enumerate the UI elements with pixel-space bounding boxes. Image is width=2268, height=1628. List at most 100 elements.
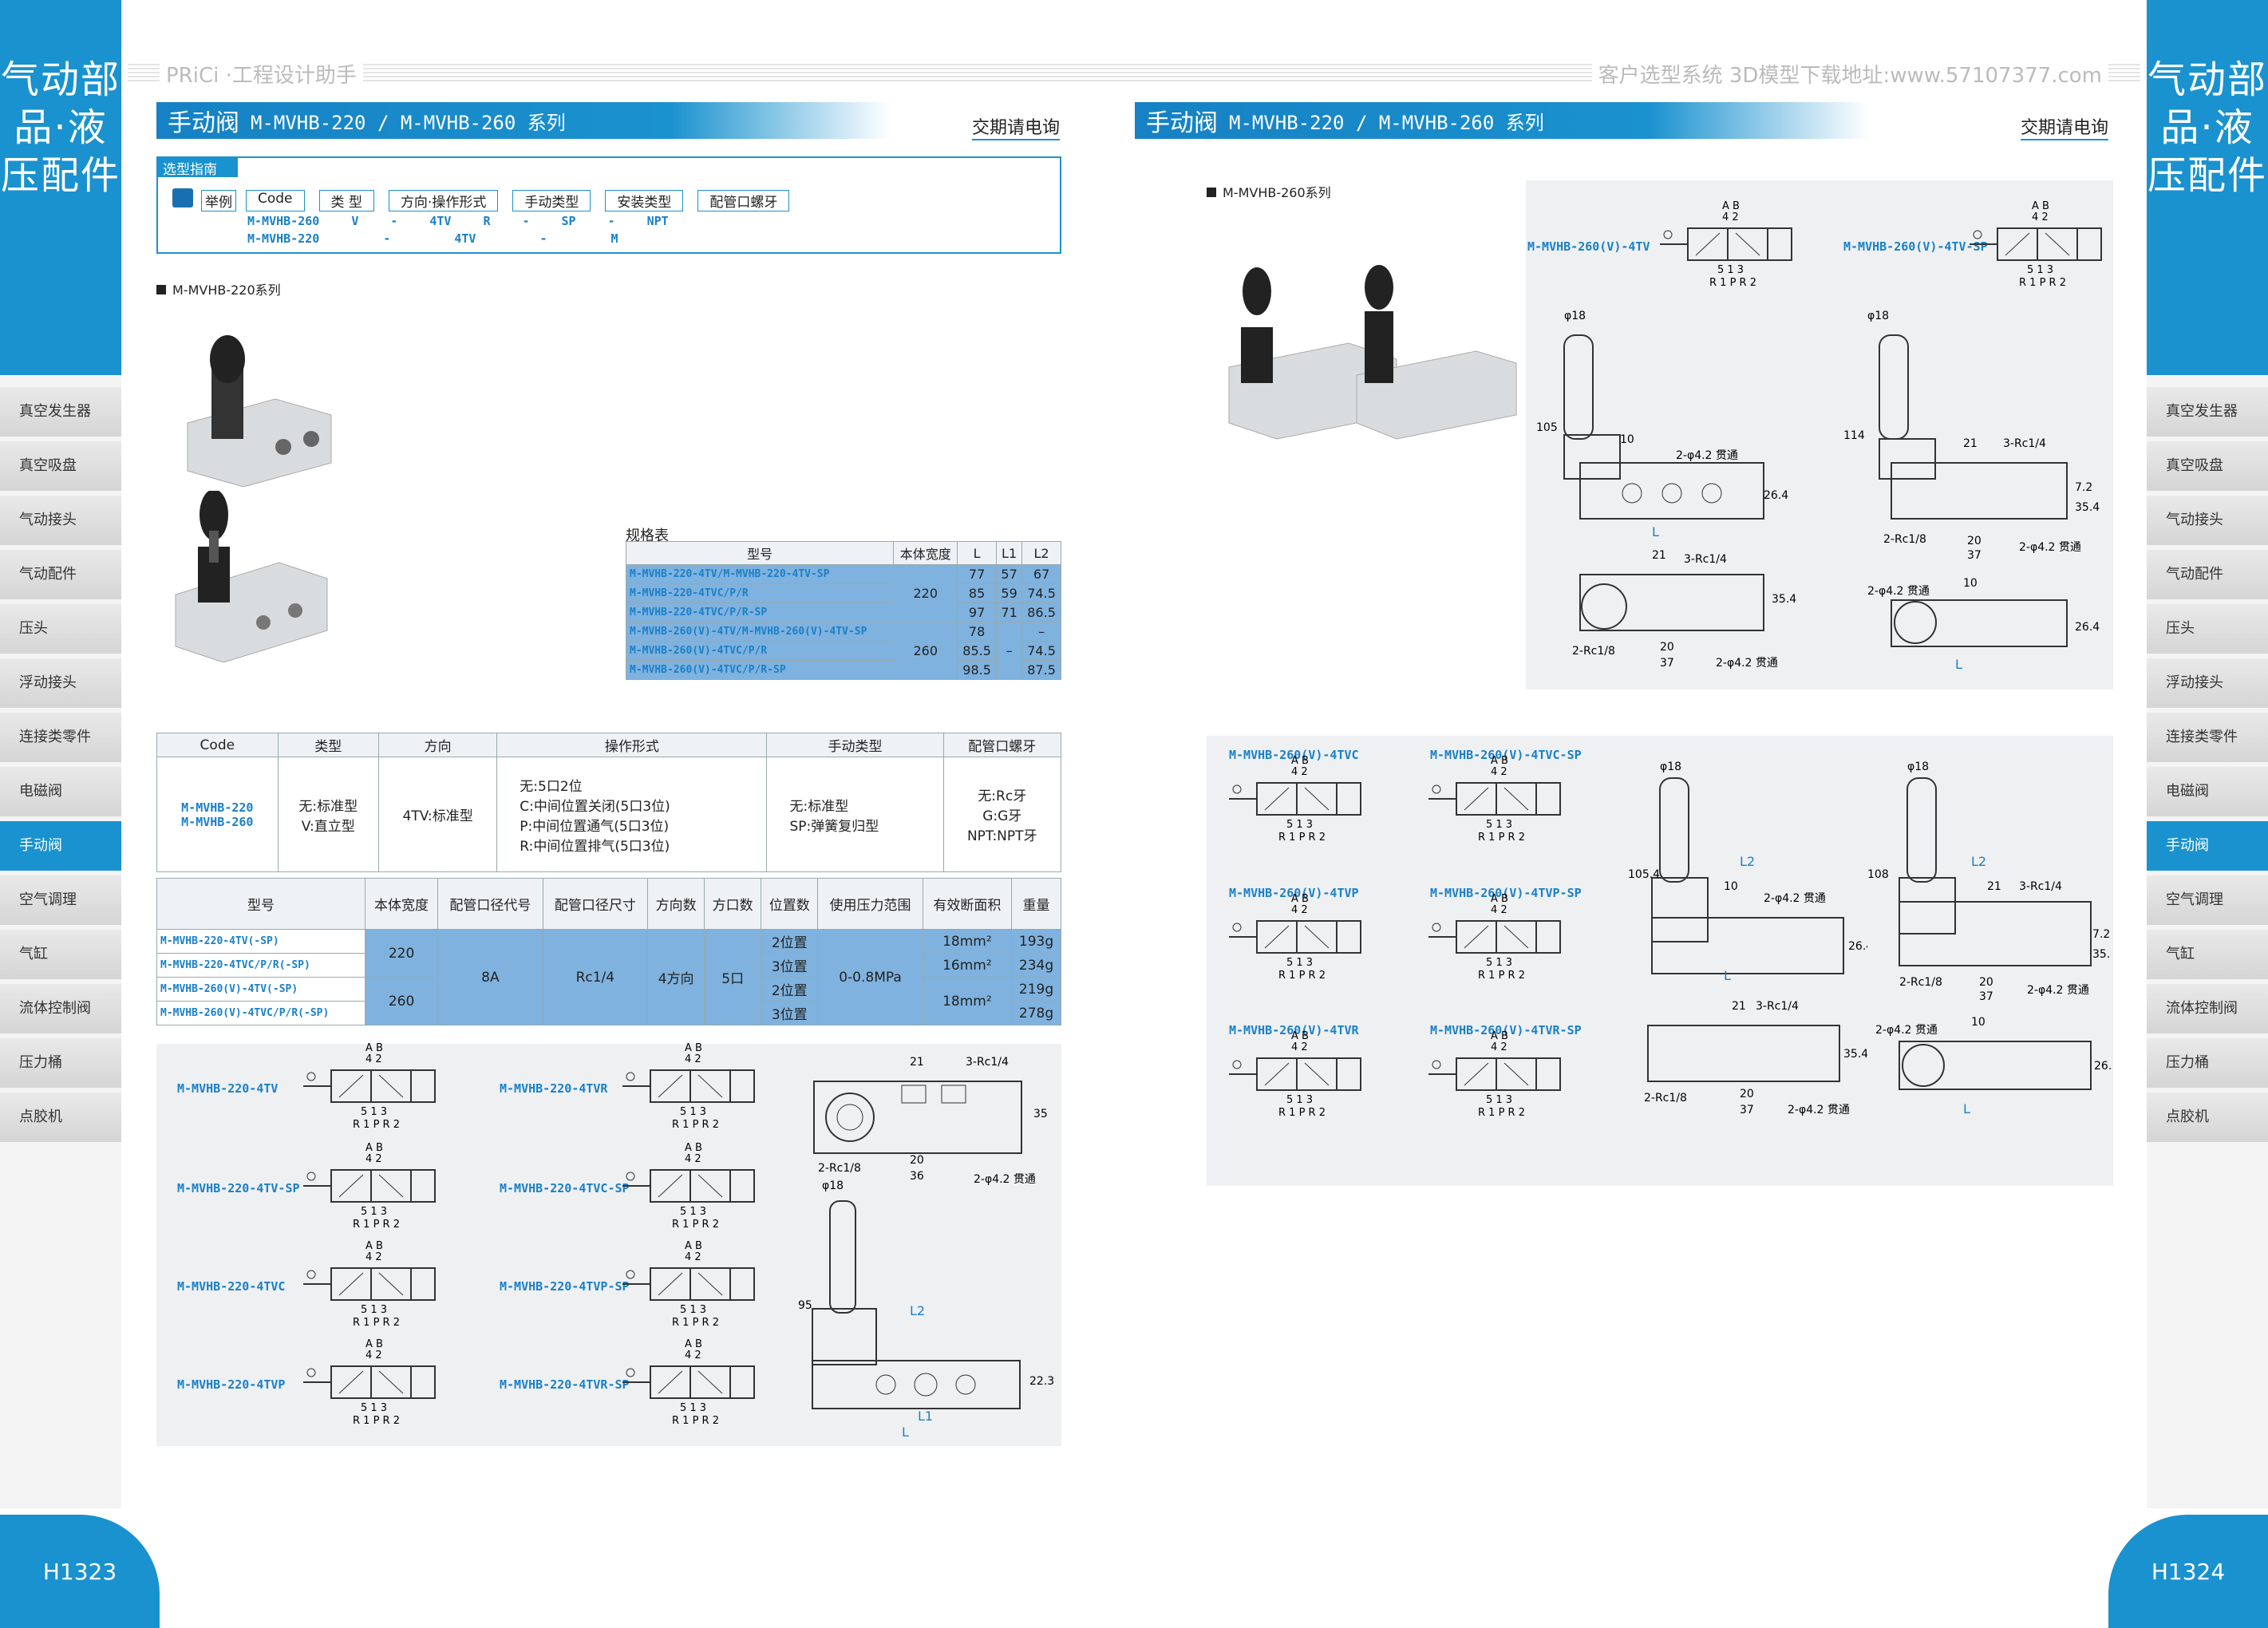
valve-symbol: A B4 2 5 1 3R 1 P R 2 — [622, 1142, 755, 1231]
perf-head: 使用压力范围 — [817, 878, 923, 930]
op-value: 无:5口2位 — [520, 778, 583, 795]
svg-text:A B: A B — [1291, 1030, 1309, 1042]
dim-rc14-a: 3-Rc1/4 — [1684, 553, 1727, 566]
side-tab[interactable]: 真空吸盘 — [2147, 441, 2268, 491]
svg-text:A B: A B — [1291, 893, 1309, 905]
side-tab[interactable]: 空气调理 — [0, 875, 121, 925]
side-tab[interactable]: 浮动接头 — [2147, 658, 2268, 708]
dim-37-d: 37 — [1979, 990, 1993, 1003]
side-tab[interactable]: 连接类零件 — [2147, 713, 2268, 762]
side-tab[interactable]: 手动阀 — [0, 821, 121, 871]
side-tab[interactable]: 空气调理 — [2147, 875, 2268, 925]
svg-text:A B: A B — [1722, 200, 1740, 212]
side-tab[interactable]: 气动配件 — [0, 550, 121, 599]
side-tab[interactable]: 手动阀 — [2147, 821, 2268, 871]
side-tab[interactable]: 压头 — [0, 604, 121, 654]
spec-row: M-MVHB-220-4TVC/P/R 85 59 74.5 — [625, 583, 1061, 603]
dim-108: 108 — [1867, 868, 1889, 881]
valve-symbol: A B4 2 5 1 3R 1 P R 2 — [1229, 893, 1361, 982]
guide-value: R — [483, 214, 491, 228]
valve-symbol: A B4 2 5 1 3R 1 P R 2 — [1970, 200, 2102, 289]
dim-36: 36 — [910, 1170, 924, 1183]
svg-text:5 1 3: 5 1 3 — [680, 1206, 706, 1218]
dim-264-c: 26.4 — [1848, 940, 1867, 953]
code-head: 类型 — [277, 733, 379, 757]
perf-area: 16mm² — [922, 953, 1013, 978]
svg-text:A B: A B — [365, 1338, 383, 1350]
svg-text:4 2: 4 2 — [1291, 904, 1308, 916]
dim-hole-a: 2-φ4.2 贯通 — [1676, 449, 1738, 462]
side-tab[interactable]: 电磁阀 — [2147, 767, 2268, 816]
guide-value: 4TV — [429, 214, 452, 228]
code-head: 方向 — [377, 733, 498, 757]
guide-value: 4TV — [454, 231, 476, 246]
dim-rc14-d: 3-Rc1/4 — [2019, 880, 2062, 893]
side-tab[interactable]: 压力桶 — [0, 1038, 121, 1088]
side-tab[interactable]: 浮动接头 — [0, 658, 121, 708]
dim-37-b: 37 — [1967, 549, 1982, 562]
spec-cell: M-MVHB-220-4TVC/P/R-SP — [625, 603, 895, 622]
code-head: 手动类型 — [766, 733, 944, 757]
side-tab[interactable]: 流体控制阀 — [0, 984, 121, 1033]
spec-cell: 97 — [957, 603, 998, 622]
perf-head: 有效断面积 — [922, 878, 1013, 930]
thread-value: NPT:NPT牙 — [966, 828, 1037, 844]
spec-row: M-MVHB-220-4TV/M-MVHB-220-4TV-SP 220 77 57 6… — [625, 564, 1061, 622]
perf-head: 重量 — [1011, 878, 1061, 930]
section-220: M-MVHB-220系列 — [156, 279, 281, 298]
side-tab[interactable]: 气缸 — [2147, 930, 2268, 979]
valve-symbol: A B4 2 5 1 3R 1 P R 2 — [303, 1240, 436, 1329]
code-head: 配管口螺牙 — [942, 733, 1062, 757]
spec-row: M-MVHB-260(V)-4TVC/P/R-SP 98.5 87.5 — [625, 660, 1061, 680]
svg-text:R 1 P R 2: R 1 P R 2 — [1278, 970, 1326, 982]
dim-223: 22.3 — [1029, 1375, 1054, 1388]
side-tab[interactable]: 气动接头 — [2147, 496, 2268, 545]
side-tab[interactable]: 连接类零件 — [0, 713, 121, 762]
guide-head: 类 型 — [318, 190, 374, 211]
side-tab[interactable]: 点胶机 — [0, 1093, 121, 1142]
page-title-right: 手动阀 M-MVHB-220 / M-MVHB-260 系列 — [1135, 102, 1869, 139]
guide-heads: Code 类 型方向·操作形式 手动类型 安装类型 配管口螺牙 — [246, 190, 799, 211]
side-tab[interactable]: 压力桶 — [2147, 1038, 2268, 1088]
side-title-right: 气动部品·液压配件 — [2147, 0, 2268, 375]
side-tab[interactable]: 气缸 — [0, 930, 121, 979]
side-tab[interactable]: 压头 — [2147, 604, 2268, 654]
perf-head: 位置数 — [761, 878, 819, 930]
svg-text:4 2: 4 2 — [685, 1053, 701, 1065]
spec-cell: – — [996, 622, 1023, 680]
side-tab[interactable]: 气动配件 — [2147, 550, 2268, 599]
side-tab[interactable]: 真空发生器 — [2147, 387, 2268, 437]
dim-21: 21 — [910, 1056, 924, 1069]
side-tab[interactable]: 流体控制阀 — [2147, 984, 2268, 1033]
dim-drawing-220: 21 3-Rc1/4 35 2-Rc1/8 20 36 2-φ4.2 贯通 φ1… — [798, 1056, 1054, 1440]
dim-20-a: 20 — [1660, 641, 1674, 654]
svg-text:5 1 3: 5 1 3 — [680, 1106, 706, 1118]
symbol-label: M-MVHB-260(V)-4TV — [1527, 239, 1650, 254]
guide-value: V — [351, 214, 359, 228]
dim-hole-c: 2-φ4.2 贯通 — [1764, 892, 1826, 905]
dim-rc18-d: 2-Rc1/8 — [1899, 976, 1942, 989]
svg-text:A B: A B — [1491, 755, 1508, 767]
spec-cell: 87.5 — [1021, 660, 1061, 680]
valve-symbol: A B4 2 5 1 3R 1 P R 2 — [1229, 1030, 1361, 1119]
dim-21-c: 21 — [1732, 1000, 1746, 1013]
dim-37-a: 37 — [1660, 657, 1674, 670]
perf-head: 配管口径尺寸 — [542, 878, 649, 930]
valve-symbol: A B4 2 5 1 3R 1 P R 2 — [1428, 755, 1561, 844]
side-tab[interactable]: 真空发生器 — [0, 387, 121, 437]
svg-text:R 1 P R 2: R 1 P R 2 — [353, 1415, 400, 1427]
dim-hole: 2-φ4.2 贯通 — [974, 1173, 1036, 1186]
side-tab[interactable]: 电磁阀 — [0, 767, 121, 816]
side-tab[interactable]: 真空吸盘 — [0, 441, 121, 491]
manual-value: 无:标准型 — [789, 798, 849, 815]
svg-text:A B: A B — [685, 1142, 702, 1154]
monitor-icon — [172, 188, 193, 207]
side-tab[interactable]: 气动接头 — [0, 496, 121, 545]
perf-area: 18mm² — [922, 929, 1013, 954]
svg-text:R 1 P R 2: R 1 P R 2 — [1278, 832, 1326, 844]
code-table: Code 类型 方向 操作形式 手动类型 配管口螺牙 M-MVHB-220 M-MVHB-2… — [156, 733, 1062, 872]
perf-press: 0-0.8MPa — [817, 929, 923, 1025]
svg-text:5 1 3: 5 1 3 — [1286, 819, 1313, 831]
side-tab[interactable]: 点胶机 — [2147, 1093, 2268, 1142]
code-value: M-MVHB-260 — [181, 814, 254, 829]
